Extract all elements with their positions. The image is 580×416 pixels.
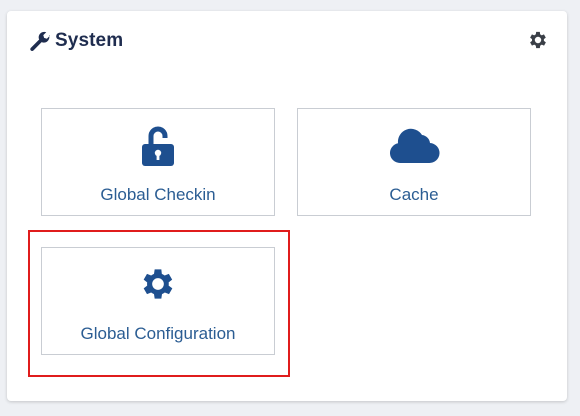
card-header: System: [29, 27, 549, 55]
card-title-wrap: System: [29, 30, 123, 52]
tile-label: Global Checkin: [100, 185, 216, 204]
module-options-gear-icon[interactable]: [527, 29, 549, 51]
tile-label: Global Configuration: [80, 324, 236, 343]
gear-icon: [42, 264, 274, 306]
system-module-card: System Global Checkin Cache Global Confi…: [7, 11, 567, 401]
wrench-icon: [29, 30, 51, 52]
tile-global-configuration[interactable]: Global Configuration: [41, 247, 275, 355]
tile-label: Cache: [389, 185, 439, 204]
tile-global-checkin[interactable]: Global Checkin: [41, 108, 275, 216]
card-title: System: [55, 30, 124, 51]
tile-cache[interactable]: Cache: [297, 108, 531, 216]
cloud-icon: [298, 125, 530, 167]
unlock-icon: [42, 125, 274, 167]
